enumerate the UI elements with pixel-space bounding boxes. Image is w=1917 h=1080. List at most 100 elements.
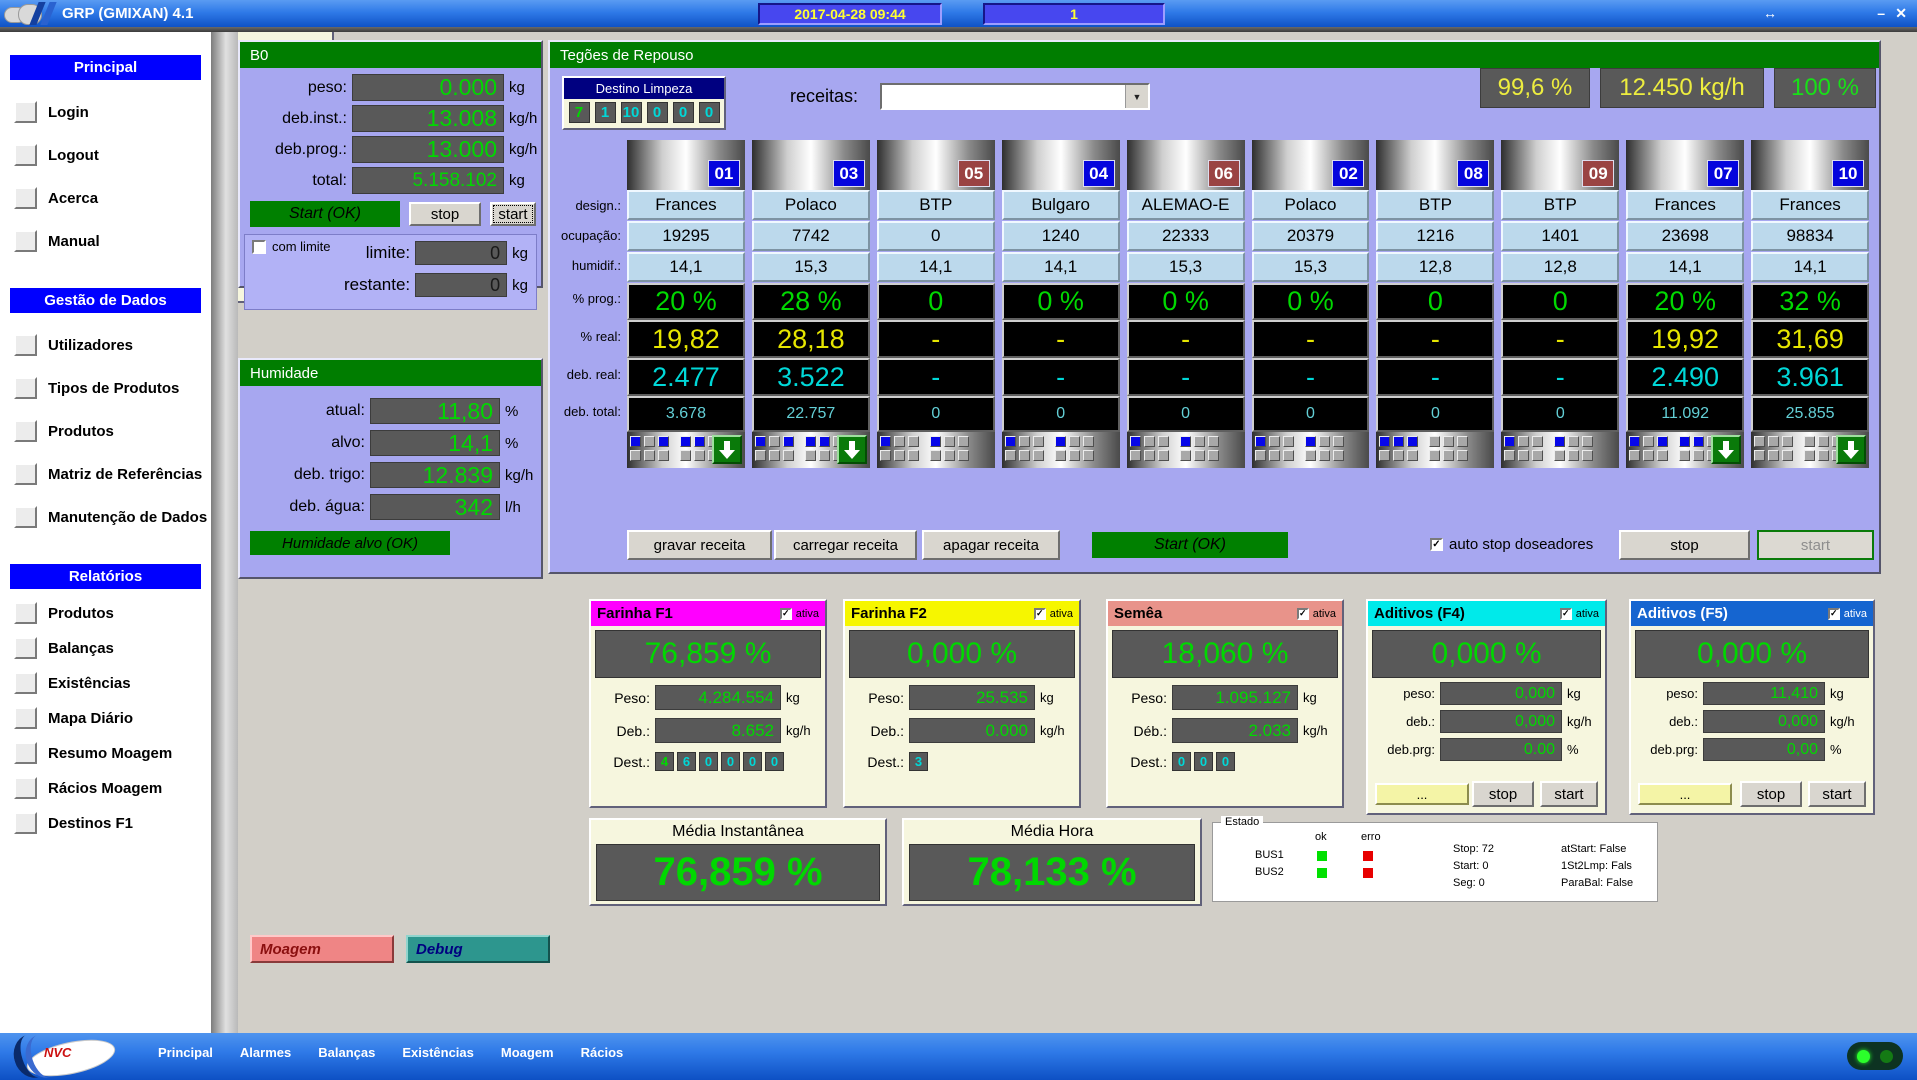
media-hora-panel: Média Hora 78,133 % xyxy=(902,818,1202,906)
doser-ativa-checkbox[interactable]: ✓ xyxy=(1828,608,1840,620)
apagar-receita-button[interactable]: apagar receita xyxy=(922,530,1060,560)
resize-icon[interactable]: ↔ xyxy=(1763,5,1777,21)
doser-ativa-checkbox[interactable]: ✓ xyxy=(1297,608,1309,620)
sidebar-item-button[interactable] xyxy=(14,672,37,694)
silo-prog-cell: 32 % xyxy=(1751,283,1869,320)
sidebar-item-acerca[interactable]: Acerca xyxy=(14,187,211,209)
doser-stop-button[interactable]: stop xyxy=(1472,781,1534,807)
sidebar-item-button[interactable] xyxy=(14,602,37,624)
doser-unit: kg xyxy=(1825,686,1844,701)
doser-start-button[interactable]: start xyxy=(1808,781,1866,807)
sidebar-item-button[interactable] xyxy=(14,187,37,209)
silo-light xyxy=(958,436,969,447)
doser-start-button[interactable]: start xyxy=(1540,781,1598,807)
sidebar-item-manutencao-de-dados[interactable]: Manutenção de Dados xyxy=(14,506,211,528)
doser-unit: % xyxy=(1562,742,1579,757)
sidebar-item-resumo-moagem[interactable]: Resumo Moagem xyxy=(14,742,211,764)
silo-light xyxy=(694,436,705,447)
auto-stop-checkbox[interactable]: ✓ xyxy=(1430,538,1443,551)
sidebar-item-logout[interactable]: Logout xyxy=(14,144,211,166)
silo-ocupacao-cell: 98834 xyxy=(1751,221,1869,251)
sidebar-item-button[interactable] xyxy=(14,144,37,166)
destino-limpeza-title: Destino Limpeza xyxy=(564,78,724,99)
sidebar-item-mapa-diario[interactable]: Mapa Diário xyxy=(14,707,211,729)
doser-unit: kg/h xyxy=(781,723,811,738)
sidebar-item-racios-moagem[interactable]: Rácios Moagem xyxy=(14,777,211,799)
chevron-down-icon[interactable]: ▼ xyxy=(1125,85,1148,108)
doser-stop-button[interactable]: stop xyxy=(1740,781,1802,807)
sidebar-item-utilizadores[interactable]: Utilizadores xyxy=(14,334,211,356)
doser-label: Peso: xyxy=(1108,690,1172,706)
sidebar-item-matriz-de-referencias[interactable]: Matriz de Referências xyxy=(14,463,211,485)
silo-light xyxy=(630,436,641,447)
sidebar-item-existencias[interactable]: Existências xyxy=(14,672,211,694)
sidebar-item-button[interactable] xyxy=(14,377,37,399)
sidebar-item-button[interactable] xyxy=(14,707,37,729)
doser-ativa-checkbox[interactable]: ✓ xyxy=(1034,608,1046,620)
bottom-menu-moagem[interactable]: Moagem xyxy=(501,1045,554,1060)
silo-footer xyxy=(877,432,995,468)
close-icon[interactable]: ✕ xyxy=(1895,5,1907,22)
doser-ativa-checkbox[interactable]: ✓ xyxy=(1560,608,1572,620)
bottom-menu-principal[interactable]: Principal xyxy=(158,1045,213,1060)
doser-dest-digit: 0 xyxy=(699,752,718,771)
sidebar-item-button[interactable] xyxy=(14,637,37,659)
sidebar-item-button[interactable] xyxy=(14,742,37,764)
doser-dest-digit: 6 xyxy=(677,752,696,771)
sidebar-item-manual[interactable]: Manual xyxy=(14,230,211,252)
doser-ativa-checkbox[interactable]: ✓ xyxy=(780,608,792,620)
doser-more-button[interactable]: ... xyxy=(1638,783,1732,805)
sidebar-item-button[interactable] xyxy=(14,777,37,799)
receitas-dropdown[interactable]: ▼ xyxy=(880,83,1150,110)
datetime-display: 2017-04-28 09:44 xyxy=(758,3,942,25)
carregar-receita-button[interactable]: carregar receita xyxy=(774,530,917,560)
silo-ocupacao-cell: 1240 xyxy=(1002,221,1120,251)
doser-more-button[interactable]: ... xyxy=(1375,783,1469,805)
sidebar-splitter[interactable] xyxy=(211,32,238,1033)
b0-row-deb-prog: deb.prog.:13.000kg/h xyxy=(240,136,541,163)
silo-light xyxy=(680,436,691,447)
silo-discharge-arrow-button[interactable] xyxy=(1836,435,1866,464)
silo-prog-cell: 0 xyxy=(1501,283,1619,320)
sidebar-item-button[interactable] xyxy=(14,230,37,252)
sidebar-item-login[interactable]: Login xyxy=(14,101,211,123)
tegoes-stop-button[interactable]: stop xyxy=(1619,530,1750,560)
sidebar-item-destinos-f1[interactable]: Destinos F1 xyxy=(14,812,211,834)
doser-percent-value: 0,000 % xyxy=(1635,630,1869,678)
bottom-menu-alarmes[interactable]: Alarmes xyxy=(240,1045,291,1060)
silo-row-labels: design.:ocupação:humidif.:% prog.:% real… xyxy=(550,140,627,468)
sidebar-item-produtos[interactable]: Produtos xyxy=(14,602,211,624)
silo-deb-total-cell: 0 xyxy=(1127,396,1245,432)
sidebar-item-tipos-de-produtos[interactable]: Tipos de Produtos xyxy=(14,377,211,399)
silo-light xyxy=(1782,450,1793,461)
gravar-receita-button[interactable]: gravar receita xyxy=(627,530,772,560)
sidebar-item-button[interactable] xyxy=(14,334,37,356)
b0-start-button[interactable]: start xyxy=(490,202,536,226)
silo-discharge-arrow-button[interactable] xyxy=(1711,435,1741,464)
sidebar-item-balancas[interactable]: Balanças xyxy=(14,637,211,659)
sidebar-item-button[interactable] xyxy=(14,420,37,442)
silo-deb-total-cell: 0 xyxy=(1376,396,1494,432)
estado-bus-label: BUS2 xyxy=(1255,866,1284,878)
sidebar-item-button[interactable] xyxy=(14,463,37,485)
minimize-icon[interactable]: – xyxy=(1877,5,1885,21)
bottom-menu-balancas[interactable]: Balanças xyxy=(318,1045,375,1060)
sidebar-item-button[interactable] xyxy=(14,101,37,123)
sidebar-item-produtos[interactable]: Produtos xyxy=(14,420,211,442)
silo-light xyxy=(658,450,669,461)
sidebar-item-button[interactable] xyxy=(14,812,37,834)
silo-discharge-arrow-button[interactable] xyxy=(712,435,742,464)
bottom-menu-racios[interactable]: Rácios xyxy=(581,1045,624,1060)
media-instantanea-panel: Média Instantânea 76,859 % xyxy=(589,818,887,906)
bottom-menu-existencias[interactable]: Existências xyxy=(402,1045,474,1060)
b0-stop-button[interactable]: stop xyxy=(409,202,481,226)
tegoes-start-button[interactable]: start xyxy=(1757,530,1874,560)
debug-button[interactable]: Debug xyxy=(406,935,550,963)
doser-value: 25.535 xyxy=(909,685,1035,710)
auto-stop-row[interactable]: ✓ auto stop doseadores xyxy=(1430,536,1593,553)
sidebar-item-button[interactable] xyxy=(14,506,37,528)
com-limite-checkbox[interactable] xyxy=(252,240,266,254)
silo-discharge-arrow-button[interactable] xyxy=(837,435,867,464)
moagem-button[interactable]: Moagem xyxy=(250,935,394,963)
silo-light xyxy=(944,436,955,447)
